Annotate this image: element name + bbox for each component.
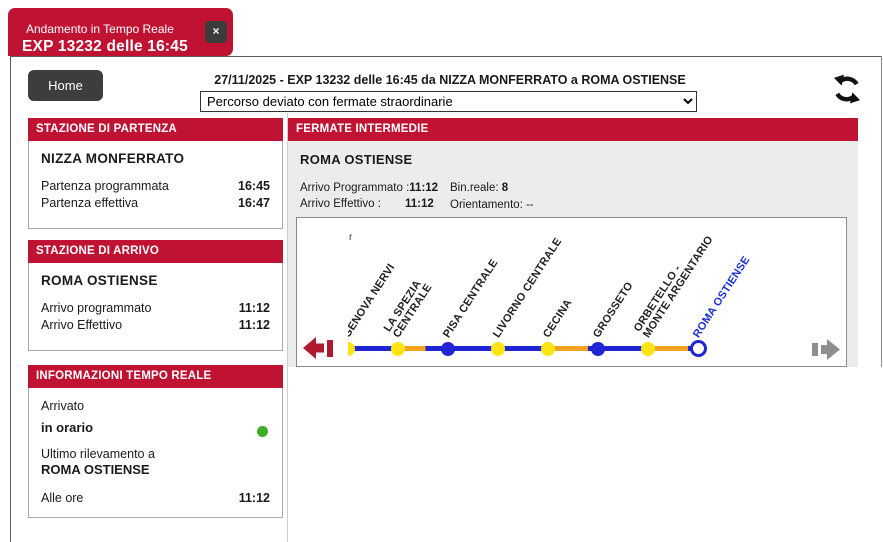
close-icon[interactable]: × bbox=[205, 21, 227, 43]
actual-departure-value: 16:47 bbox=[238, 195, 270, 212]
stops-panel-header: FERMATE INTERMEDIE bbox=[288, 118, 858, 141]
stops-panel: ROMA OSTIENSE Arrivo Programmato :11:12 … bbox=[288, 141, 858, 367]
stops-strip: r GENOVA NERVILA SPEZIA CENTRALEPISA CEN… bbox=[348, 218, 834, 366]
realtime-panel-header: INFORMAZIONI TEMPO REALE bbox=[28, 365, 283, 388]
route-diagram: r GENOVA NERVILA SPEZIA CENTRALEPISA CEN… bbox=[296, 217, 847, 367]
stop-label[interactable]: CECINA bbox=[542, 298, 575, 340]
actual-arrival-row: Arrivo Effettivo 11:12 bbox=[41, 317, 270, 334]
arrival-panel: ROMA OSTIENSE Arrivo programmato 11:12 A… bbox=[28, 263, 283, 351]
stop-marker[interactable] bbox=[541, 342, 555, 356]
prev-stops-arrow-icon[interactable] bbox=[303, 335, 335, 362]
selected-stop-scheduled-value: 11:12 bbox=[409, 182, 438, 194]
selected-stop-actual-label: Arrivo Effettivo : bbox=[300, 198, 405, 210]
status-value: in orario bbox=[41, 420, 270, 435]
scheduled-arrival-label: Arrivo programmato bbox=[41, 300, 151, 317]
stop-label[interactable]: PISA CENTRALE bbox=[442, 258, 501, 340]
selected-stop-platform-value: 8 bbox=[502, 182, 508, 194]
stop-marker[interactable] bbox=[491, 342, 505, 356]
detection-time-value: 11:12 bbox=[239, 490, 270, 507]
arrival-panel-header: STAZIONE DI ARRIVO bbox=[28, 240, 283, 263]
stop-marker[interactable] bbox=[391, 342, 405, 356]
arrival-station-name: ROMA OSTIENSE bbox=[41, 273, 270, 288]
actual-arrival-value: 11:12 bbox=[239, 317, 270, 334]
selected-stop-actual-row: Arrivo Effettivo :11:12 bbox=[300, 198, 434, 210]
stop-marker[interactable] bbox=[441, 342, 455, 356]
scheduled-departure-row: Partenza programmata 16:45 bbox=[41, 178, 270, 195]
stop-label[interactable]: LA SPEZIA CENTRALE bbox=[383, 276, 435, 340]
route-status-select[interactable]: Percorso deviato con fermate straordinar… bbox=[200, 91, 697, 112]
realtime-panel: Arrivato in orario Ultimo rilevamento a … bbox=[28, 388, 283, 518]
stop-label[interactable]: ROMA OSTIENSE bbox=[692, 255, 753, 340]
status-label: Arrivato bbox=[41, 398, 270, 414]
selected-stop-scheduled-row: Arrivo Programmato :11:12 bbox=[300, 182, 438, 194]
selected-stop-platform-row: Bin.reale: 8 bbox=[450, 182, 508, 194]
stop-marker[interactable] bbox=[348, 342, 355, 356]
selected-stop-orientation-row: Orientamento: -- bbox=[450, 199, 534, 211]
stop-marker[interactable] bbox=[641, 342, 655, 356]
window-border-top bbox=[10, 56, 882, 57]
last-detection-station: ROMA OSTIENSE bbox=[41, 462, 270, 477]
scheduled-arrival-value: 11:12 bbox=[239, 300, 270, 317]
train-id-label: EXP 13232 delle 16:45 bbox=[22, 38, 188, 56]
clipped-stop-label-fragment: r bbox=[349, 232, 352, 243]
departure-panel-header: STAZIONE DI PARTENZA bbox=[28, 118, 283, 141]
detection-time-row: Alle ore 11:12 bbox=[41, 490, 270, 507]
actual-departure-label: Partenza effettiva bbox=[41, 195, 138, 212]
departure-panel: NIZZA MONFERRATO Partenza programmata 16… bbox=[28, 141, 283, 229]
window-border-left bbox=[10, 56, 11, 542]
stop-marker[interactable] bbox=[591, 342, 605, 356]
detection-time-label: Alle ore bbox=[41, 490, 83, 507]
last-detection-label: Ultimo rilevamento a bbox=[41, 446, 270, 462]
scheduled-departure-label: Partenza programmata bbox=[41, 178, 169, 195]
scheduled-arrival-row: Arrivo programmato 11:12 bbox=[41, 300, 270, 317]
refresh-icon[interactable] bbox=[830, 72, 864, 106]
selected-stop-name: ROMA OSTIENSE bbox=[300, 152, 412, 167]
selected-stop-platform-label: Bin.reale: bbox=[450, 182, 499, 194]
train-route-header: 27/11/2025 - EXP 13232 delle 16:45 da NI… bbox=[115, 73, 785, 87]
popup-title: Andamento in Tempo Reale bbox=[26, 22, 174, 36]
departure-station-name: NIZZA MONFERRATO bbox=[41, 151, 270, 166]
actual-arrival-label: Arrivo Effettivo bbox=[41, 317, 122, 334]
scheduled-departure-value: 16:45 bbox=[238, 178, 270, 195]
train-popup-tab: Andamento in Tempo Reale EXP 13232 delle… bbox=[8, 8, 233, 56]
window-border-right bbox=[881, 56, 882, 367]
status-indicator-dot bbox=[257, 426, 268, 437]
stop-label[interactable]: GROSSETO bbox=[592, 281, 636, 340]
selected-stop-orientation-label: Orientamento: bbox=[450, 199, 523, 211]
stop-marker[interactable] bbox=[690, 340, 707, 357]
selected-stop-scheduled-label: Arrivo Programmato : bbox=[300, 182, 409, 194]
actual-departure-row: Partenza effettiva 16:47 bbox=[41, 195, 270, 212]
selected-stop-actual-value: 11:12 bbox=[405, 198, 434, 210]
selected-stop-orientation-value: -- bbox=[526, 199, 534, 211]
home-button[interactable]: Home bbox=[28, 70, 103, 101]
